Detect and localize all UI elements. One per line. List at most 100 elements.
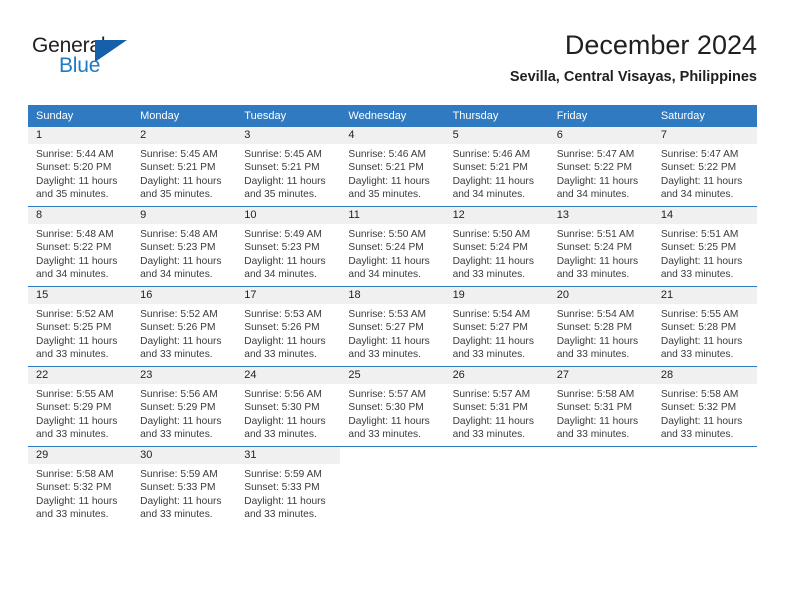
calendar-day-cell[interactable]: [340, 446, 445, 526]
calendar-day-cell[interactable]: 11 Sunrise: 5:50 AM Sunset: 5:24 PM Dayligh…: [340, 206, 445, 287]
daylight-text: Daylight: 11 hours and 33 minutes.: [36, 415, 118, 441]
calendar-day-cell[interactable]: 7 Sunrise: 5:47 AM Sunset: 5:22 PM Daylight…: [652, 127, 757, 207]
sunset-text: Sunset: 5:22 PM: [660, 162, 737, 174]
calendar-day-cell[interactable]: [652, 446, 757, 526]
calendar-day-cell[interactable]: 6 Sunrise: 5:47 AM Sunset: 5:22 PM Daylight…: [548, 127, 653, 207]
day-details: [340, 464, 444, 468]
sunset-text: Sunset: 5:26 PM: [140, 322, 216, 334]
daylight-text: Daylight: 11 hours and 33 minutes.: [244, 335, 326, 361]
sunrise-text: Sunrise: 5:53 AM: [244, 309, 322, 320]
calendar-day-cell[interactable]: 12 Sunrise: 5:50 AM Sunset: 5:24 PM Dayligh…: [444, 206, 549, 287]
day-number: 21: [652, 287, 757, 304]
sunrise-text: Sunrise: 5:47 AM: [556, 149, 635, 160]
calendar-day-cell[interactable]: 20 Sunrise: 5:54 AM Sunset: 5:28 PM Dayligh…: [548, 286, 653, 367]
day-cell-content: [653, 447, 757, 526]
calendar-day-cell[interactable]: 2 Sunrise: 5:45 AM Sunset: 5:21 PM Daylight…: [132, 127, 237, 207]
calendar-day-cell[interactable]: 30 Sunrise: 5:59 AM Sunset: 5:33 PM Dayligh…: [132, 446, 237, 526]
sunrise-text: Sunrise: 5:47 AM: [660, 149, 739, 160]
sunrise-text: Sunrise: 5:55 AM: [36, 389, 114, 400]
day-details: Sunrise: 5:55 AM Sunset: 5:29 PM Daylight:…: [28, 384, 132, 442]
daylight-text: Daylight: 11 hours and 33 minutes.: [348, 335, 430, 361]
day-details: Sunrise: 5:46 AM Sunset: 5:21 PM Daylight:…: [445, 144, 549, 202]
page-title: December 2024: [564, 30, 757, 60]
daylight-text: Daylight: 11 hours and 33 minutes.: [244, 415, 326, 441]
weekday-header-wednesday: Wednesday: [340, 105, 445, 127]
sunrise-text: Sunrise: 5:54 AM: [556, 309, 635, 320]
day-cell-content: 29 Sunrise: 5:58 AM Sunset: 5:32 PM Dayligh…: [28, 447, 133, 526]
day-details: Sunrise: 5:49 AM Sunset: 5:23 PM Daylight:…: [236, 224, 340, 282]
daylight-text: Daylight: 11 hours and 33 minutes.: [556, 415, 639, 441]
calendar-day-cell[interactable]: 18 Sunrise: 5:53 AM Sunset: 5:27 PM Dayligh…: [340, 286, 445, 367]
calendar-week-row: 8 Sunrise: 5:48 AM Sunset: 5:22 PM Daylight…: [28, 206, 757, 287]
daylight-text: Daylight: 11 hours and 34 minutes.: [556, 175, 639, 201]
calendar-day-cell[interactable]: 31 Sunrise: 5:59 AM Sunset: 5:33 PM Dayligh…: [236, 446, 341, 526]
daylight-text: Daylight: 11 hours and 35 minutes.: [140, 175, 222, 201]
day-cell-content: 25 Sunrise: 5:57 AM Sunset: 5:30 PM Dayligh…: [340, 367, 445, 446]
weekday-header-tuesday: Tuesday: [236, 105, 341, 127]
calendar-day-cell[interactable]: 1 Sunrise: 5:44 AM Sunset: 5:20 PM Daylight…: [28, 127, 133, 207]
day-cell-content: 17 Sunrise: 5:53 AM Sunset: 5:26 PM Dayligh…: [236, 287, 341, 366]
sunrise-text: Sunrise: 5:51 AM: [660, 229, 739, 240]
calendar-day-cell[interactable]: 8 Sunrise: 5:48 AM Sunset: 5:22 PM Daylight…: [28, 206, 133, 287]
calendar-day-cell[interactable]: [444, 446, 549, 526]
general-blue-logo[interactable]: General Blue: [32, 34, 162, 86]
calendar-day-cell[interactable]: 3 Sunrise: 5:45 AM Sunset: 5:21 PM Daylight…: [236, 127, 341, 207]
calendar-day-cell[interactable]: 5 Sunrise: 5:46 AM Sunset: 5:21 PM Daylight…: [444, 127, 549, 207]
day-cell-content: 7 Sunrise: 5:47 AM Sunset: 5:22 PM Daylight…: [652, 127, 757, 206]
calendar-day-cell[interactable]: 9 Sunrise: 5:48 AM Sunset: 5:23 PM Daylight…: [132, 206, 237, 287]
day-cell-content: 10 Sunrise: 5:49 AM Sunset: 5:23 PM Dayligh…: [236, 207, 341, 286]
day-cell-content: 23 Sunrise: 5:56 AM Sunset: 5:29 PM Dayligh…: [132, 367, 237, 446]
sunset-text: Sunset: 5:24 PM: [348, 242, 424, 254]
day-details: [445, 464, 549, 468]
day-number: [653, 447, 757, 464]
calendar-day-cell[interactable]: 4 Sunrise: 5:46 AM Sunset: 5:21 PM Daylight…: [340, 127, 445, 207]
day-details: [549, 464, 653, 468]
day-number: 7: [652, 127, 757, 144]
daylight-text: Daylight: 11 hours and 33 minutes.: [660, 415, 743, 441]
day-number: 3: [236, 127, 341, 144]
daylight-text: Daylight: 11 hours and 33 minutes.: [452, 255, 534, 281]
calendar-day-cell[interactable]: 23 Sunrise: 5:56 AM Sunset: 5:29 PM Dayligh…: [132, 366, 237, 447]
sunrise-text: Sunrise: 5:50 AM: [348, 229, 427, 240]
day-details: Sunrise: 5:54 AM Sunset: 5:27 PM Daylight:…: [445, 304, 549, 362]
calendar-day-cell[interactable]: 26 Sunrise: 5:57 AM Sunset: 5:31 PM Dayligh…: [444, 366, 549, 447]
day-cell-content: 21 Sunrise: 5:55 AM Sunset: 5:28 PM Dayligh…: [652, 287, 757, 366]
calendar-day-cell[interactable]: 14 Sunrise: 5:51 AM Sunset: 5:25 PM Dayligh…: [652, 206, 757, 287]
calendar-day-cell[interactable]: 24 Sunrise: 5:56 AM Sunset: 5:30 PM Dayligh…: [236, 366, 341, 447]
calendar-day-cell[interactable]: [548, 446, 653, 526]
logo-word-blue: Blue: [59, 54, 101, 77]
sunrise-text: Sunrise: 5:54 AM: [452, 309, 531, 320]
sunset-text: Sunset: 5:24 PM: [556, 242, 633, 254]
day-number: 15: [28, 287, 133, 304]
day-number: 18: [340, 287, 445, 304]
day-details: Sunrise: 5:52 AM Sunset: 5:26 PM Daylight:…: [132, 304, 236, 362]
calendar-day-cell[interactable]: 13 Sunrise: 5:51 AM Sunset: 5:24 PM Dayligh…: [548, 206, 653, 287]
calendar-day-cell[interactable]: 19 Sunrise: 5:54 AM Sunset: 5:27 PM Dayligh…: [444, 286, 549, 367]
day-number: 25: [340, 367, 445, 384]
calendar-day-cell[interactable]: 22 Sunrise: 5:55 AM Sunset: 5:29 PM Dayligh…: [28, 366, 133, 447]
day-number: 12: [444, 207, 549, 224]
calendar-day-cell[interactable]: 10 Sunrise: 5:49 AM Sunset: 5:23 PM Dayligh…: [236, 206, 341, 287]
sunrise-text: Sunrise: 5:45 AM: [140, 149, 218, 160]
day-number: 26: [444, 367, 549, 384]
day-number: 9: [132, 207, 237, 224]
day-number: [340, 447, 444, 464]
weekday-header-saturday: Saturday: [652, 105, 757, 127]
calendar-day-cell[interactable]: 15 Sunrise: 5:52 AM Sunset: 5:25 PM Dayligh…: [28, 286, 133, 367]
day-details: Sunrise: 5:51 AM Sunset: 5:24 PM Daylight:…: [549, 224, 653, 282]
calendar-day-cell[interactable]: 21 Sunrise: 5:55 AM Sunset: 5:28 PM Dayligh…: [652, 286, 757, 367]
sunrise-text: Sunrise: 5:45 AM: [244, 149, 322, 160]
daylight-text: Daylight: 11 hours and 34 minutes.: [244, 255, 326, 281]
calendar-day-cell[interactable]: 27 Sunrise: 5:58 AM Sunset: 5:31 PM Dayligh…: [548, 366, 653, 447]
calendar-day-cell[interactable]: 16 Sunrise: 5:52 AM Sunset: 5:26 PM Dayligh…: [132, 286, 237, 367]
calendar-day-cell[interactable]: 28 Sunrise: 5:58 AM Sunset: 5:32 PM Dayligh…: [652, 366, 757, 447]
calendar-week-row: 1 Sunrise: 5:44 AM Sunset: 5:20 PM Daylight…: [28, 127, 757, 207]
sunrise-text: Sunrise: 5:44 AM: [36, 149, 114, 160]
calendar-day-cell[interactable]: 29 Sunrise: 5:58 AM Sunset: 5:32 PM Dayligh…: [28, 446, 133, 526]
day-cell-content: 3 Sunrise: 5:45 AM Sunset: 5:21 PM Daylight…: [236, 127, 341, 206]
calendar-body: 1 Sunrise: 5:44 AM Sunset: 5:20 PM Daylight…: [28, 127, 757, 526]
calendar-day-cell[interactable]: 17 Sunrise: 5:53 AM Sunset: 5:26 PM Dayligh…: [236, 286, 341, 367]
calendar-day-cell[interactable]: 25 Sunrise: 5:57 AM Sunset: 5:30 PM Dayligh…: [340, 366, 445, 447]
day-details: Sunrise: 5:46 AM Sunset: 5:21 PM Daylight:…: [340, 144, 444, 202]
weekday-header-row: Sunday Monday Tuesday Wednesday Thursday…: [28, 105, 757, 127]
